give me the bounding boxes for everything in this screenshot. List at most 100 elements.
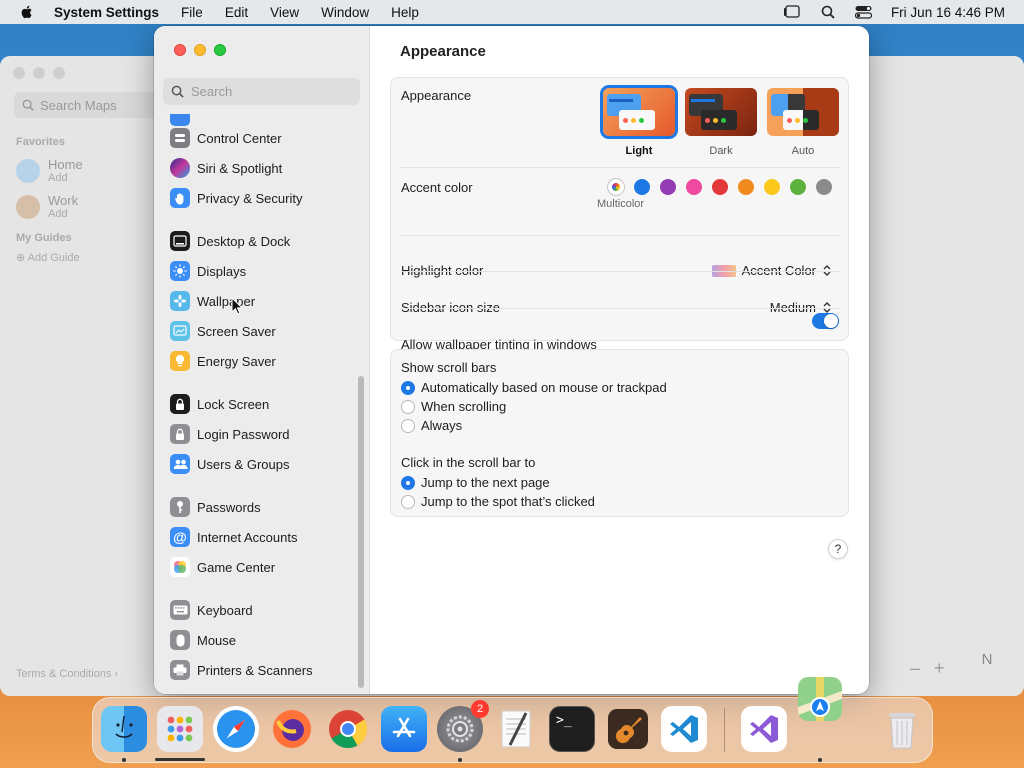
maps-compass[interactable]: N <box>964 636 1010 682</box>
dock-terminal[interactable]: >_ <box>549 706 595 752</box>
accent-blue-swatch[interactable] <box>634 179 650 195</box>
appearance-label: Appearance <box>401 88 472 103</box>
zoom-button[interactable] <box>214 44 226 56</box>
dock-finder[interactable] <box>101 706 147 752</box>
accent-pink-swatch[interactable] <box>686 179 702 195</box>
help-button[interactable]: ? <box>828 539 848 559</box>
sidebar-item-energy-saver[interactable]: Energy Saver <box>170 351 276 371</box>
favorite-title: Home <box>48 157 83 172</box>
sidebar-item-partial[interactable] <box>170 114 190 126</box>
lightbulb-icon <box>170 351 190 371</box>
radio-button[interactable] <box>401 418 415 433</box>
sidebar-item-displays[interactable]: Displays <box>170 261 246 281</box>
minimize-button[interactable] <box>194 44 206 56</box>
menu-edit[interactable]: Edit <box>225 5 248 20</box>
stage-manager-icon[interactable] <box>783 3 801 21</box>
sidebar-item-mouse[interactable]: Mouse <box>170 630 236 650</box>
menu-help[interactable]: Help <box>391 5 419 20</box>
sidebar-item-keyboard[interactable]: Keyboard <box>170 600 253 620</box>
scrollbars-always-option[interactable]: Always <box>401 418 462 433</box>
sidebar-item-screen-saver[interactable]: Screen Saver <box>170 321 276 341</box>
sidebar-search-field[interactable]: Search <box>163 78 360 105</box>
radio-label: Jump to the spot that’s clicked <box>421 494 595 509</box>
menu-file[interactable]: File <box>181 5 203 20</box>
menubar-clock[interactable]: Fri Jun 16 4:46 PM <box>891 5 1005 20</box>
appearance-option-auto[interactable]: Auto <box>766 88 840 157</box>
dock-chrome[interactable] <box>325 706 371 752</box>
accent-orange-swatch[interactable] <box>738 179 754 195</box>
sidebar-item-game-center[interactable]: Game Center <box>170 557 275 577</box>
appearance-option-label: Dark <box>709 145 733 157</box>
accent-green-swatch[interactable] <box>790 179 806 195</box>
maps-add-guide[interactable]: ⊕ Add Guide <box>16 251 80 264</box>
sidebar-item-privacy-security[interactable]: Privacy & Security <box>170 188 302 208</box>
wallpaper-tinting-toggle[interactable] <box>812 313 839 329</box>
favorite-title: Work <box>48 193 79 208</box>
close-button[interactable] <box>174 44 186 56</box>
dock-vscode[interactable] <box>661 706 707 752</box>
click-next-page-option[interactable]: Jump to the next page <box>401 475 550 490</box>
maps-search-placeholder: Search Maps <box>40 97 117 113</box>
dock-trash[interactable] <box>879 706 925 752</box>
at-icon: @ <box>170 527 190 547</box>
dock-app-store[interactable] <box>381 706 427 752</box>
radio-button-selected[interactable] <box>401 475 415 490</box>
dock-garageband[interactable] <box>605 706 651 752</box>
menu-view[interactable]: View <box>270 5 299 20</box>
scrollbars-auto-option[interactable]: Automatically based on mouse or trackpad <box>401 380 667 395</box>
radio-button[interactable] <box>401 494 415 509</box>
radio-button-selected[interactable] <box>401 380 415 395</box>
dock-visual-studio[interactable] <box>741 706 787 752</box>
key-icon <box>170 497 190 517</box>
dock-launchpad[interactable] <box>157 706 203 752</box>
dock-firefox[interactable] <box>269 706 315 752</box>
screen-saver-icon <box>170 321 190 341</box>
sidebar-item-lock-screen[interactable]: Lock Screen <box>170 394 269 414</box>
menu-window[interactable]: Window <box>321 5 369 20</box>
radio-button[interactable] <box>401 399 415 414</box>
sidebar-scrollbar[interactable] <box>358 376 364 688</box>
auto-mode-preview <box>767 88 839 136</box>
maps-favorite-home[interactable]: Home Add <box>16 157 83 184</box>
accent-red-swatch[interactable] <box>712 179 728 195</box>
keyboard-icon <box>170 600 190 620</box>
dock-maps[interactable] <box>798 677 842 721</box>
click-spot-option[interactable]: Jump to the spot that’s clicked <box>401 494 595 509</box>
accent-yellow-swatch[interactable] <box>764 179 780 195</box>
sidebar-item-control-center[interactable]: Control Center <box>170 128 282 148</box>
apple-logo-icon[interactable] <box>19 4 35 20</box>
sidebar-item-internet-accounts[interactable]: @ Internet Accounts <box>170 527 297 547</box>
spotlight-search-icon[interactable] <box>819 3 837 21</box>
control-center-icon <box>170 128 190 148</box>
accent-multicolor-swatch[interactable] <box>608 179 624 195</box>
menu-bar: System Settings File Edit View Window He… <box>0 0 1024 24</box>
dock-system-settings[interactable]: 2 <box>437 700 489 752</box>
maps-zoom-controls[interactable]: –+ <box>910 658 959 679</box>
dock-textedit[interactable] <box>493 706 539 752</box>
maps-zoom-button[interactable] <box>53 67 65 79</box>
sun-icon <box>170 261 190 281</box>
control-center-icon[interactable] <box>855 3 873 21</box>
maps-search-field[interactable]: Search Maps <box>14 92 164 118</box>
appearance-option-dark[interactable]: Dark <box>684 88 758 157</box>
scrollbars-when-scrolling-option[interactable]: When scrolling <box>401 399 506 414</box>
appearance-option-light[interactable]: Light <box>600 85 678 157</box>
sidebar-item-passwords[interactable]: Passwords <box>170 497 261 517</box>
maps-favorite-work[interactable]: Work Add <box>16 193 78 220</box>
menu-app-name[interactable]: System Settings <box>54 5 159 20</box>
sidebar-item-siri-spotlight[interactable]: Siri & Spotlight <box>170 158 282 178</box>
accent-graphite-swatch[interactable] <box>816 179 832 195</box>
sidebar-item-users-groups[interactable]: Users & Groups <box>170 454 289 474</box>
sidebar-item-printers-scanners[interactable]: Printers & Scanners <box>170 660 313 680</box>
sidebar-search-placeholder: Search <box>191 84 233 99</box>
accent-purple-swatch[interactable] <box>660 179 676 195</box>
maps-close-button[interactable] <box>13 67 25 79</box>
sidebar-item-label: Game Center <box>197 559 276 575</box>
sidebar-item-login-password[interactable]: Login Password <box>170 424 290 444</box>
maps-terms-link[interactable]: Terms & Conditions › <box>16 668 118 680</box>
appearance-row: Appearance Light Dark Auto <box>401 85 840 168</box>
sidebar-item-desktop-dock[interactable]: Desktop & Dock <box>170 231 290 251</box>
dock-safari[interactable] <box>213 706 259 752</box>
maps-minimize-button[interactable] <box>33 67 45 79</box>
vscode-icon <box>670 715 698 743</box>
